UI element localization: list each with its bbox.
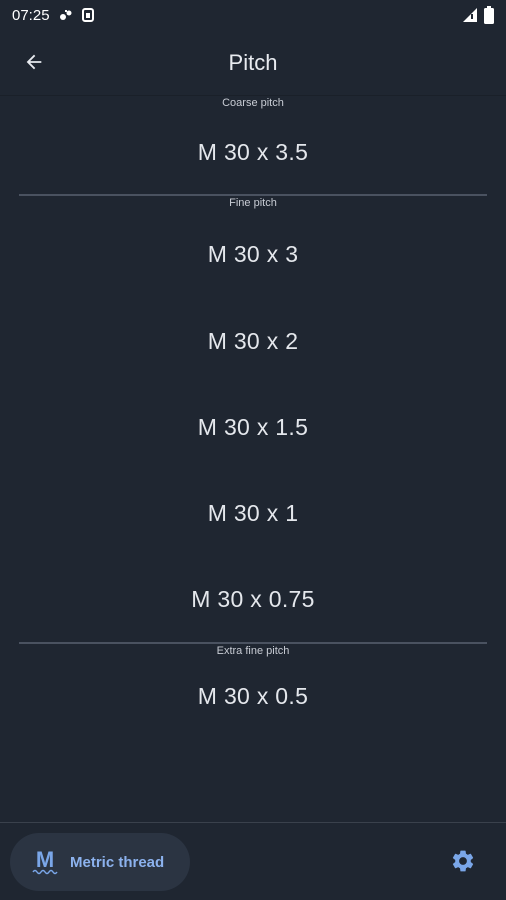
signal-icon	[462, 7, 478, 23]
section-fine: Fine pitch M 30 x 3 M 30 x 2 M 30 x 1.5 …	[0, 196, 506, 642]
section-label-coarse: Coarse pitch	[222, 97, 284, 109]
bottom-navigation: M Metric thread	[0, 822, 506, 900]
battery-icon	[484, 6, 494, 24]
back-button[interactable]	[18, 48, 50, 80]
sync-icon	[58, 8, 74, 22]
pitch-item[interactable]: M 30 x 0.5	[0, 658, 506, 734]
sim-icon	[81, 8, 94, 22]
app-bar: Pitch	[0, 30, 506, 96]
settings-button[interactable]	[449, 849, 477, 877]
pitch-item[interactable]: M 30 x 3	[0, 210, 506, 298]
status-bar: 07:25	[0, 0, 506, 30]
pitch-item[interactable]: M 30 x 1.5	[0, 384, 506, 470]
status-time: 07:25	[12, 6, 50, 24]
pitch-item[interactable]: M 30 x 0.75	[0, 556, 506, 642]
section-label-extra-fine: Extra fine pitch	[216, 645, 290, 657]
pitch-item[interactable]: M 30 x 2	[0, 298, 506, 384]
section-extra-fine: Extra fine pitch M 30 x 0.5	[0, 644, 506, 734]
metric-thread-icon: M	[32, 847, 58, 877]
pitch-item[interactable]: M 30 x 1	[0, 470, 506, 556]
nav-metric-thread[interactable]: M Metric thread	[10, 833, 190, 891]
pitch-item[interactable]: M 30 x 3.5	[0, 110, 506, 194]
section-coarse: Coarse pitch M 30 x 3.5	[0, 96, 506, 194]
gear-icon	[450, 848, 476, 879]
pitch-list: Coarse pitch M 30 x 3.5 Fine pitch M 30 …	[0, 96, 506, 820]
page-title: Pitch	[228, 49, 278, 75]
arrow-left-icon	[23, 51, 45, 78]
section-label-fine: Fine pitch	[229, 197, 277, 209]
nav-label: Metric thread	[70, 853, 165, 871]
